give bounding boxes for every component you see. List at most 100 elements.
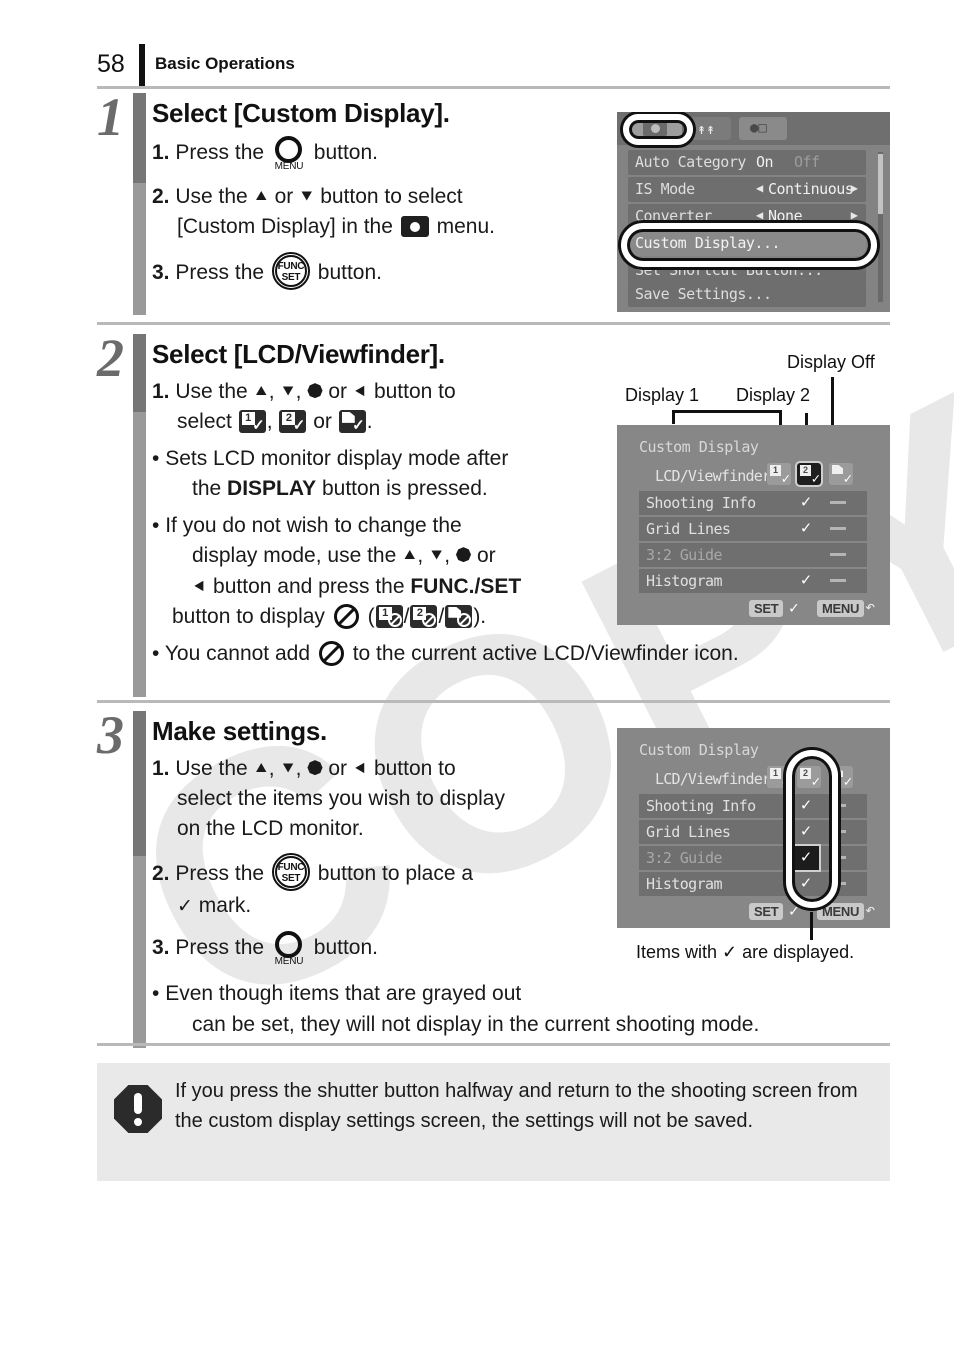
step-2-item-1-or: or <box>313 409 332 433</box>
cell-display-off[interactable] <box>825 569 851 593</box>
cell-display-2[interactable] <box>793 543 819 567</box>
arrow-left-icon: ⯄ <box>307 382 323 403</box>
step-1-item-2-or: or <box>274 185 294 208</box>
step-3-bar <box>133 856 146 1048</box>
display-1-leader-h <box>672 410 782 413</box>
step-1-item-2-text-b: button to select <box>320 185 463 208</box>
step-3-item-3-text-after: button. <box>313 936 378 960</box>
step-3-item-2-text-before: Press the <box>175 862 265 886</box>
cell-display-2[interactable]: ✓ <box>793 491 819 515</box>
menu-row-value: Continuous <box>768 180 854 198</box>
step-1-item-1-text-before: Press the <box>175 141 265 164</box>
step-2-bullet-2-c: or <box>476 544 496 568</box>
step-3-item-2-line2: ✓ mark. <box>152 891 652 921</box>
cell-display-1[interactable] <box>763 569 789 593</box>
table-row[interactable]: Grid Lines ✓ <box>639 517 867 541</box>
cell-display-off[interactable] <box>825 491 851 515</box>
arrow-down-icon: ⯆ <box>280 759 296 780</box>
arrow-down-icon: ⯆ <box>299 187 315 208</box>
menu-row-label: IS Mode <box>635 180 695 198</box>
display-2-callout: Display 2 <box>736 385 811 405</box>
table-row[interactable]: 3:2 Guide <box>639 543 867 567</box>
step-1-bar <box>133 183 146 315</box>
page-header: 58 Basic Operations <box>0 22 954 88</box>
display-off-off-icon <box>445 604 473 628</box>
my-camera-tab[interactable]: ●□ <box>739 117 787 140</box>
wrench-icon: ↟↟ <box>697 120 716 138</box>
step-2-bullet-3: • You cannot add to the current active L… <box>152 641 739 667</box>
display-2-check-icon: 2 ✓ <box>279 409 307 433</box>
step-2-or-1: or <box>328 380 348 403</box>
menu-chip: MENU <box>817 903 865 920</box>
menu-row-is-mode[interactable]: IS Mode ◀ Continuous ▶ <box>628 177 866 202</box>
caret-right-icon: ▶ <box>850 181 858 195</box>
step-2-bullet-1-a: Sets LCD monitor display mode after <box>165 446 509 470</box>
step-3-item-3: 3. Press the MENU button. <box>152 931 652 967</box>
step-2-number: 2 <box>97 328 124 388</box>
menu-row-save-settings[interactable]: Save Settings... <box>628 282 866 307</box>
display-2-off-icon: 2 <box>410 604 438 628</box>
step-1-item-2-label: 2. <box>152 185 170 208</box>
cell-display-1[interactable] <box>763 543 789 567</box>
cell-display-1[interactable] <box>763 491 789 515</box>
step-2-item-1-text-b: button to <box>373 380 456 403</box>
step-2-slash-1: / <box>403 604 410 628</box>
menu-row-value-on: On <box>756 153 774 171</box>
display-1-check-icon: 1 ✓ <box>238 409 266 433</box>
cell-display-1[interactable] <box>763 517 789 541</box>
step-2-bullet-2-b: display mode, use the <box>192 544 397 568</box>
arrow-up-icon: ⯅ <box>253 382 269 403</box>
set-chip: SET <box>749 600 784 617</box>
arrow-down-icon: ⯆ <box>429 546 445 568</box>
row-label: Shooting Info <box>646 494 756 512</box>
arrow-left-icon: ⯄ <box>307 759 323 780</box>
caret-left-icon: ◀ <box>756 208 764 222</box>
step-2-bullet-3-a: You cannot add <box>164 642 311 666</box>
table-row[interactable]: Shooting Info ✓ <box>639 491 867 515</box>
cell-display-off[interactable] <box>825 517 851 541</box>
table-row[interactable]: Histogram ✓ <box>639 569 867 593</box>
step-3-item-2: 2. Press the FUNC SET button to place a ✓… <box>152 853 652 921</box>
back-arrow-icon: ↶ <box>865 597 876 617</box>
step-2-item-1-label: 1. <box>152 380 170 403</box>
step-3-item-1-text-a: Use the <box>175 757 248 780</box>
step-2-bullet-2-h: ). <box>473 604 487 628</box>
step-2-bullet-2-a: If you do not wish to change the <box>165 514 462 538</box>
caret-left-icon: ◀ <box>756 181 764 195</box>
step-3-item-2-text-after: button to place a <box>317 862 474 886</box>
step-2-bullet-1-c: button is pressed. <box>316 476 488 500</box>
separator-top <box>97 86 890 89</box>
step-1-item-2: 2. Use the ⯅ or ⯆ button to select [Cust… <box>152 182 622 242</box>
step-3-item-1-line2: select the items you wish to display <box>177 786 505 810</box>
func-set-button-icon: FUNC SET <box>271 853 310 892</box>
setup-tab[interactable]: ↟↟ <box>687 117 731 140</box>
display-off-icon[interactable]: ✓ <box>829 463 853 486</box>
highlight-oval-rec-tab <box>623 114 693 145</box>
step-2-title: Select [LCD/Viewfinder]. <box>152 339 445 369</box>
step-3-or: or <box>328 757 348 780</box>
cell-display-2[interactable]: ✓ <box>793 517 819 541</box>
items-displayed-caption: Items with ✓ are displayed. <box>636 942 855 962</box>
scrollbar-thumb[interactable] <box>878 154 883 214</box>
menu-row-auto-category[interactable]: Auto Category On Off <box>628 150 866 175</box>
arrow-up-icon: ⯅ <box>253 759 269 780</box>
header-divider <box>139 44 145 88</box>
cell-display-2[interactable]: ✓ <box>793 569 819 593</box>
step-1-title: Select [Custom Display]. <box>152 98 450 128</box>
arrow-right-icon: ⯇ <box>352 759 369 780</box>
step-2-body: Select [LCD/Viewfinder]. 1. Use the ⯅, ⯆… <box>152 339 739 669</box>
step-3-item-3-text-before: Press the <box>175 936 265 960</box>
menu-chip: MENU <box>817 600 865 617</box>
display-1-icon[interactable]: 1 ✓ <box>767 463 791 486</box>
display-2-icon[interactable]: 2 ✓ <box>795 461 823 487</box>
func-set-button-icon: FUNC SET <box>271 251 310 290</box>
arrow-up-icon: ⯅ <box>253 187 269 208</box>
cell-display-off[interactable] <box>825 543 851 567</box>
prohibition-icon <box>333 603 359 629</box>
step-2-bullet-2-e: button to display <box>172 604 325 628</box>
arrow-left-icon: ⯄ <box>455 546 472 568</box>
caret-right-icon: ▶ <box>850 208 858 222</box>
separator-2 <box>97 700 890 703</box>
step-2-bullet-2-d: button and press the <box>213 574 411 598</box>
step-3-item-1-line3: on the LCD monitor. <box>177 816 364 840</box>
